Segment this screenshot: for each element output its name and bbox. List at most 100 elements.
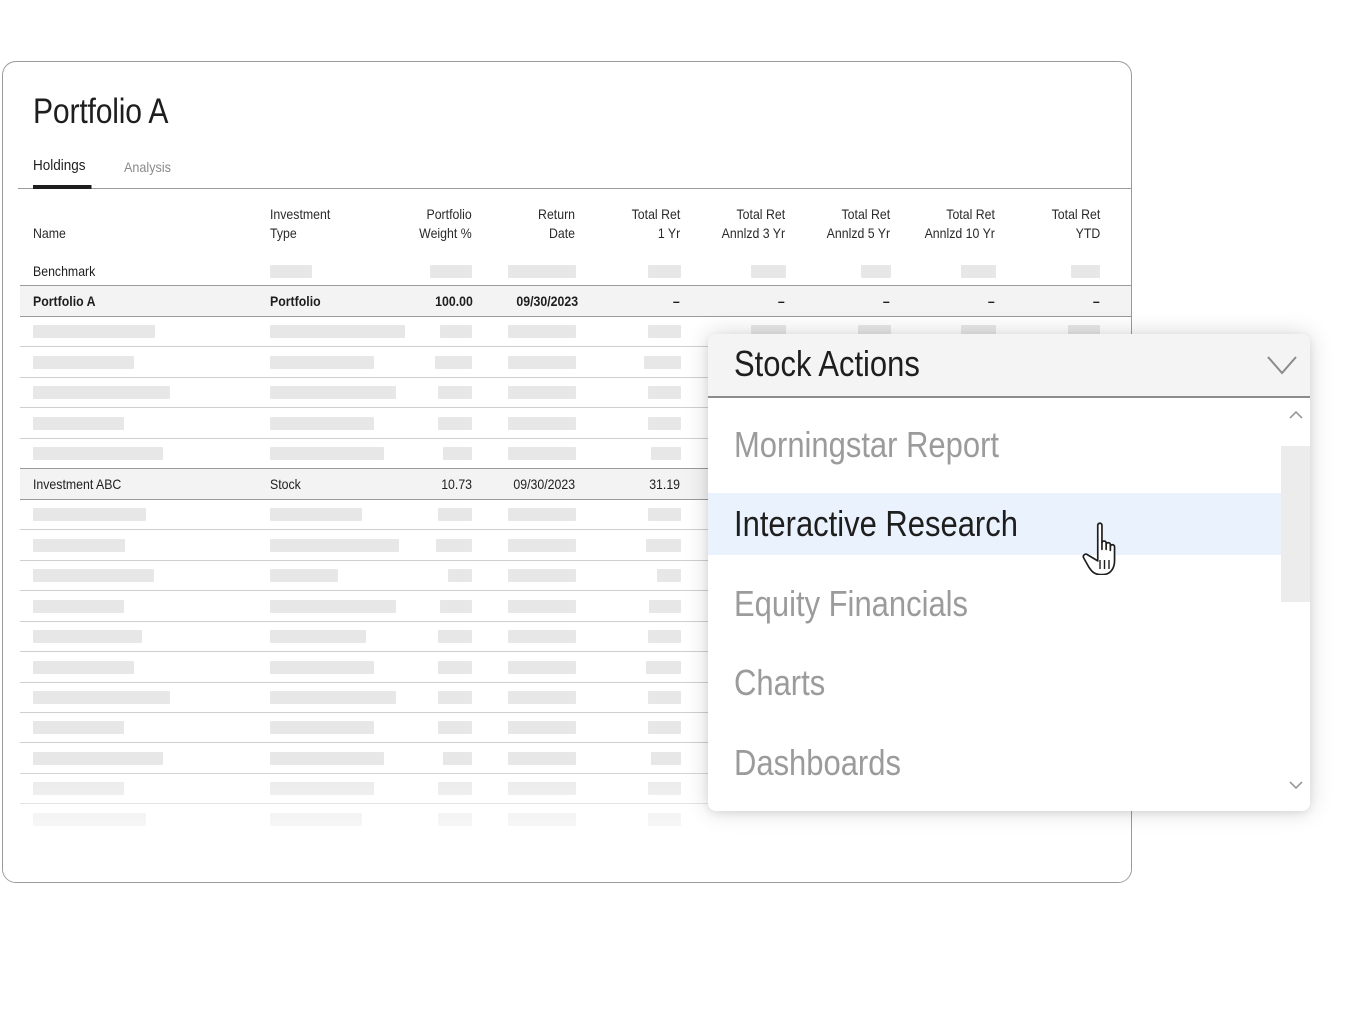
menu-item-dashboards[interactable]: Dashboards [708, 732, 1281, 794]
placeholder-bar [438, 813, 472, 826]
placeholder-bar [508, 600, 576, 613]
portfolio-date: 09/30/2023 [516, 293, 578, 309]
stock-actions-list: Morningstar Report Interactive Research … [708, 398, 1281, 811]
placeholder-bar [33, 661, 134, 674]
placeholder-bar [648, 691, 681, 704]
portfolio-type: Portfolio [270, 293, 321, 309]
placeholder-bar [270, 356, 374, 369]
placeholder-bar [508, 782, 576, 795]
placeholder-bar [33, 356, 134, 369]
benchmark-row[interactable]: Benchmark [20, 256, 1131, 286]
placeholder-bar [270, 630, 366, 643]
placeholder-bar [270, 386, 396, 399]
placeholder-bar [649, 600, 681, 613]
placeholder-bar [651, 752, 681, 765]
portfolio-row[interactable]: Portfolio A Portfolio 100.00 09/30/2023 … [20, 285, 1131, 317]
placeholder-bar [508, 721, 576, 734]
placeholder-bar [33, 386, 170, 399]
placeholder-bar [270, 752, 384, 765]
scroll-up-icon[interactable] [1289, 410, 1303, 420]
header-name: Name [33, 225, 66, 241]
placeholder-bar [648, 325, 681, 338]
investment-date: 09/30/2023 [513, 476, 575, 492]
page-title: Portfolio A [33, 92, 169, 131]
tab-analysis[interactable]: Analysis [124, 159, 171, 188]
hand-pointer-icon [1082, 522, 1116, 575]
portfolio-weight: 100.00 [435, 293, 473, 309]
dropdown-title: Stock Actions [734, 343, 920, 384]
placeholder-bar [508, 417, 576, 430]
placeholder-bar [435, 356, 472, 369]
placeholder-bar [270, 721, 374, 734]
investment-weight: 10.73 [441, 476, 472, 492]
placeholder-bar [648, 721, 681, 734]
placeholder-bar [508, 325, 576, 338]
placeholder-bar [270, 508, 362, 521]
placeholder-bar [508, 447, 576, 460]
placeholder-bar [508, 265, 576, 278]
placeholder-bar [438, 630, 472, 643]
portfolio-name: Portfolio A [33, 293, 96, 309]
placeholder-bar [644, 356, 681, 369]
investment-name: Investment ABC [33, 476, 122, 492]
placeholder-bar [270, 661, 374, 674]
placeholder-bar [508, 386, 576, 399]
placeholder-bar [508, 356, 576, 369]
placeholder-bar [657, 569, 681, 582]
placeholder-bar [33, 782, 124, 795]
scrollbar[interactable] [1281, 398, 1310, 811]
placeholder-bar [270, 539, 399, 552]
placeholder-bar [861, 265, 891, 278]
scrollbar-thumb[interactable] [1281, 446, 1310, 602]
placeholder-bar [440, 600, 472, 613]
placeholder-bar [648, 782, 681, 795]
placeholder-bar [440, 325, 472, 338]
portfolio-ret10: – [988, 293, 995, 309]
placeholder-bar [270, 325, 405, 338]
placeholder-bar [33, 752, 163, 765]
placeholder-bar [33, 569, 154, 582]
placeholder-bar [651, 447, 681, 460]
header-total-ret-3yr: Total Ret Annlzd 3 Yr [721, 206, 785, 241]
placeholder-bar [33, 630, 142, 643]
placeholder-bar [648, 630, 681, 643]
portfolio-ret1: – [673, 293, 680, 309]
placeholder-bar [508, 813, 576, 826]
placeholder-bar [508, 630, 576, 643]
placeholder-bar [508, 691, 576, 704]
placeholder-bar [508, 539, 576, 552]
header-total-ret-ytd: Total Ret YTD [1051, 206, 1100, 241]
placeholder-bar [270, 691, 396, 704]
tab-holdings[interactable]: Holdings [33, 157, 93, 189]
placeholder-bar [438, 417, 472, 430]
placeholder-bar [1071, 265, 1100, 278]
placeholder-bar [438, 661, 472, 674]
placeholder-bar [448, 569, 472, 582]
placeholder-bar [33, 508, 146, 521]
menu-item-morningstar-report[interactable]: Morningstar Report [708, 414, 1281, 476]
placeholder-bar [751, 265, 786, 278]
placeholder-bar [270, 417, 374, 430]
header-total-ret-1yr: Total Ret 1 Yr [631, 206, 680, 241]
placeholder-bar [646, 661, 681, 674]
placeholder-bar [33, 813, 146, 826]
menu-item-interactive-research[interactable]: Interactive Research [708, 493, 1281, 555]
placeholder-bar [508, 661, 576, 674]
placeholder-bar [438, 386, 472, 399]
menu-item-equity-financials[interactable]: Equity Financials [708, 573, 1281, 635]
header-portfolio-weight: Portfolio Weight % [419, 206, 472, 241]
placeholder-bar [270, 782, 374, 795]
placeholder-bar [438, 782, 472, 795]
portfolio-ret5: – [883, 293, 890, 309]
placeholder-bar [33, 325, 155, 338]
placeholder-bar [646, 539, 681, 552]
header-total-ret-10yr: Total Ret Annlzd 10 Yr [924, 206, 995, 241]
placeholder-bar [436, 539, 472, 552]
stock-actions-toggle[interactable]: Stock Actions [708, 334, 1310, 398]
menu-item-charts[interactable]: Charts [708, 652, 1281, 714]
scroll-down-icon[interactable] [1289, 780, 1303, 790]
placeholder-bar [33, 600, 124, 613]
placeholder-bar [648, 417, 681, 430]
placeholder-bar [961, 265, 996, 278]
placeholder-bar [508, 569, 576, 582]
